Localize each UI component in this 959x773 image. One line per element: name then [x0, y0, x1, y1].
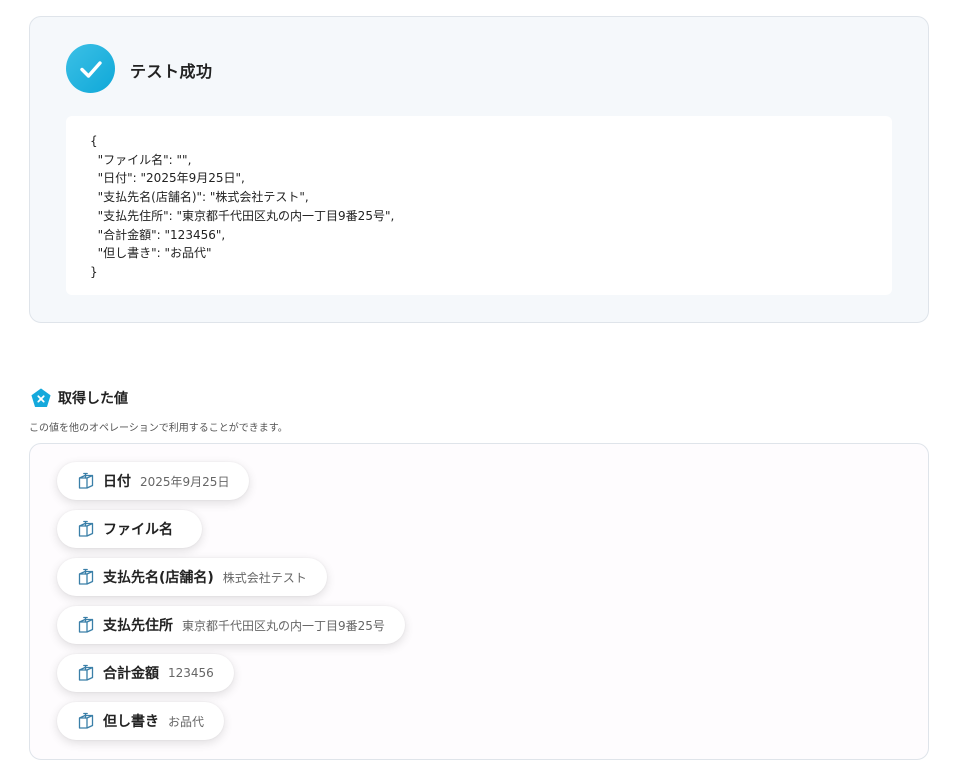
value-chip-label: 日付: [103, 474, 131, 490]
json-line: "支払先住所": "東京都千代田区丸の内一丁目9番25号",: [90, 208, 395, 223]
value-chip-label: 合計金額: [103, 666, 159, 682]
json-line: "但し書き": "お品代": [90, 246, 212, 261]
pentagon-x-icon: [31, 388, 51, 407]
value-chip-value: 2025年9月25日: [140, 474, 230, 489]
value-chip-value: 123456: [168, 666, 214, 680]
values-section-title: 取得した値: [58, 391, 128, 407]
copy-box-icon: [78, 472, 94, 489]
value-chip-value: 株式会社テスト: [222, 570, 307, 585]
copy-box-icon: [78, 712, 94, 729]
value-chip-filename[interactable]: ファイル名: [57, 510, 202, 548]
value-chip-label: ファイル名: [103, 522, 173, 538]
json-line: "支払先名(店舗名)": "株式会社テスト",: [90, 190, 309, 205]
value-chip-payee-address[interactable]: 支払先住所 東京都千代田区丸の内一丁目9番25号: [57, 606, 405, 644]
copy-box-icon: [78, 568, 94, 585]
json-line: "日付": "2025年9月25日",: [90, 171, 245, 186]
value-chip-total-amount[interactable]: 合計金額 123456: [57, 654, 234, 692]
json-output: { "ファイル名": "", "日付": "2025年9月25日", "支払先名…: [66, 116, 892, 295]
value-chip-label: 但し書き: [103, 714, 159, 730]
json-line: "ファイル名": "",: [90, 152, 192, 167]
values-section-description: この値を他のオペレーションで利用することができます。: [29, 423, 288, 434]
values-card: 日付 2025年9月25日 ファイル名 支払先名(店舗名) 株式会社テスト 支払: [29, 443, 929, 760]
test-result-card: テスト成功 { "ファイル名": "", "日付": "2025年9月25日",…: [29, 16, 929, 323]
json-line: {: [90, 134, 98, 148]
value-chip-memo[interactable]: 但し書き お品代: [57, 702, 225, 740]
value-chip-label: 支払先名(店舗名): [103, 570, 214, 586]
success-check-icon: [66, 44, 115, 93]
value-chip-value: お品代: [168, 714, 205, 729]
copy-box-icon: [78, 616, 94, 633]
copy-box-icon: [78, 520, 94, 537]
copy-box-icon: [78, 664, 94, 681]
values-section-header: 取得した値: [31, 388, 128, 408]
value-chip-label: 支払先住所: [103, 618, 173, 634]
json-line: "合計金額": "123456",: [90, 227, 226, 242]
result-title: テスト成功: [130, 62, 213, 81]
value-chip-payee-name[interactable]: 支払先名(店舗名) 株式会社テスト: [57, 558, 327, 596]
value-chip-value: 東京都千代田区丸の内一丁目9番25号: [182, 618, 385, 633]
json-line: }: [90, 264, 98, 279]
value-chip-date[interactable]: 日付 2025年9月25日: [57, 462, 250, 500]
